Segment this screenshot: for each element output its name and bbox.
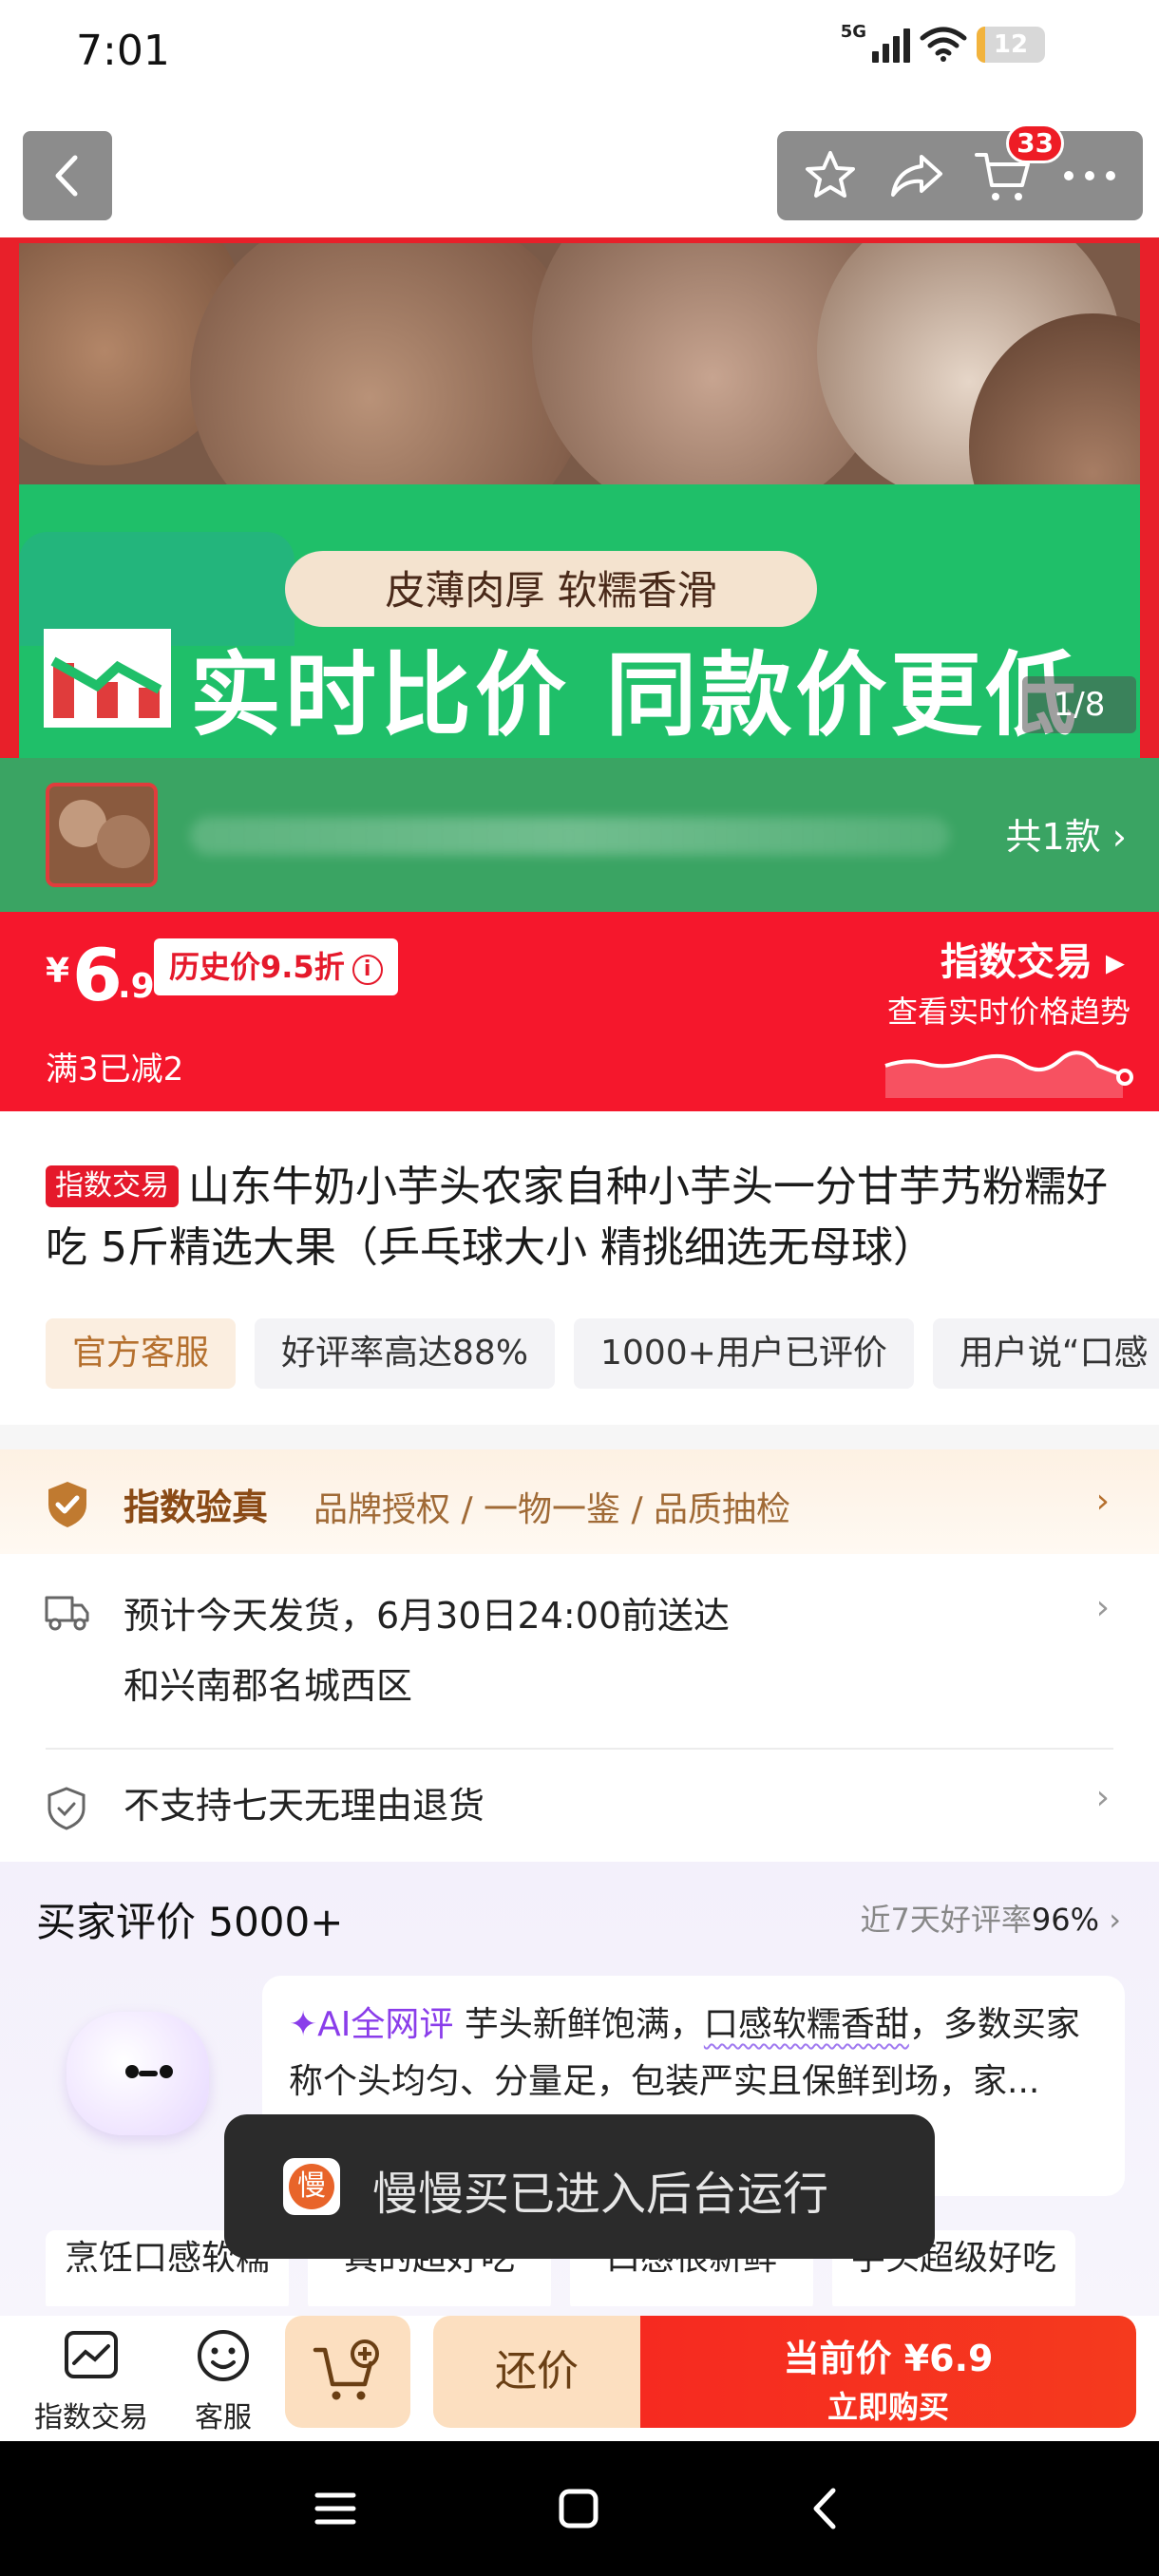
menu-icon (314, 2492, 356, 2525)
product-title-text: 山东牛奶小芋头农家自种小芋头一分甘芋艿粉糯好吃 5斤精选大果（乒乓球大小 精挑细… (46, 1163, 1108, 1272)
chip-official-service[interactable]: 官方客服 (46, 1318, 237, 1389)
variant-selector[interactable]: 共1款 › (0, 758, 1159, 912)
customer-service-tab[interactable]: 客服 (180, 2325, 266, 2435)
authenticity-row[interactable]: 指数验真 品牌授权 / 一物一鉴 / 品质抽检 › (0, 1449, 1159, 1554)
more-dots-icon (1064, 171, 1116, 180)
chip-user-says[interactable]: 用户说“口感 (932, 1318, 1159, 1389)
ai-review-text-3: 场，家... (904, 2062, 1040, 2101)
index-trade-label: 指数交易 (34, 2401, 148, 2434)
more-button[interactable] (1056, 142, 1123, 209)
history-discount-tag[interactable]: 历史价9.5折 i (154, 938, 398, 995)
cellular-signal-icon (872, 25, 910, 63)
shield-outline-icon (48, 1787, 86, 1830)
price-trend-sparkline (884, 1051, 1133, 1098)
toast-message: 慢慢买已进入后台运行 (372, 2168, 829, 2221)
return-policy-row[interactable]: 不支持七天无理由退货 › (0, 1750, 1159, 1862)
price-bar: ¥ 6 .9 历史价9.5折 i 满3已减2 指数交易 ▸ 查看实时价格趋势 (0, 912, 1159, 1111)
authenticity-details: 品牌授权 / 一物一鉴 / 品质抽检 (314, 1490, 791, 1529)
customer-service-label: 客服 (195, 2401, 252, 2434)
shipping-estimate: 预计今天发货，6月30日24:00前送达 (124, 1595, 731, 1637)
wifi-icon (920, 27, 967, 62)
buy-label: 立即购买 (826, 2389, 949, 2425)
app-icon (283, 2158, 340, 2215)
variant-count[interactable]: 共1款 › (1006, 807, 1127, 860)
cart-add-icon (313, 2339, 379, 2400)
truck-icon (45, 1596, 89, 1631)
home-square-icon (559, 2489, 598, 2529)
buy-price: 当前价 ¥6.9 (783, 2338, 994, 2379)
buy-now-button[interactable]: 当前价 ¥6.9 立即购买 (640, 2316, 1136, 2428)
ai-review-highlight: 口感软糯香甜 (703, 2005, 909, 2044)
chevron-left-icon (55, 155, 78, 197)
return-policy-text: 不支持七天无理由退货 (124, 1785, 485, 1827)
cart-count-badge: 33 (1006, 123, 1065, 163)
promo-text: 满3已减2 (46, 1051, 184, 1089)
status-time: 7:01 (76, 27, 170, 75)
store-chart-icon (65, 2331, 118, 2378)
price-trend-link[interactable]: 查看实时价格趋势 (887, 988, 1130, 1032)
image-frame (0, 237, 1159, 758)
price-decimal: .9 (118, 967, 155, 1006)
chevron-right-icon: › (1095, 1588, 1110, 1627)
home-nav-button[interactable] (545, 2475, 612, 2542)
variant-thumbnail[interactable] (46, 783, 158, 887)
bargain-button[interactable]: 还价 (433, 2316, 640, 2428)
info-icon: i (352, 955, 383, 985)
chip-positive-rate[interactable]: 好评率高达88% (255, 1318, 556, 1389)
cart-button[interactable]: 33 (970, 123, 1065, 209)
back-button[interactable] (23, 131, 112, 220)
chip-review-count[interactable]: 1000+用户已评价 (574, 1318, 914, 1389)
network-type: 5G (840, 22, 866, 42)
battery-icon: 12 (977, 27, 1045, 63)
index-trade-link[interactable]: 指数交易 ▸ (940, 931, 1125, 986)
status-bar: 7:01 5G 12 (0, 0, 1159, 104)
chevron-right-icon: › (1095, 1778, 1110, 1817)
section-divider (0, 1425, 1159, 1449)
top-actions: 33 (777, 123, 1143, 220)
authenticity-title: 指数验真 (124, 1487, 269, 1528)
ai-mascot-icon (66, 2012, 209, 2135)
ai-review-text: 芋头新鲜饱满， (453, 2005, 704, 2044)
product-title: 指数交易 山东牛奶小芋头农家自种小芋头一分甘芋艿粉糯好吃 5斤精选大果（乒乓球大小… (46, 1157, 1138, 1279)
smile-icon (198, 2330, 249, 2381)
shield-check-icon (48, 1482, 86, 1527)
shipping-address: 和兴南郡名城西区 (124, 1665, 413, 1707)
bottom-action-bar: 指数交易 客服 还价 当前价 ¥6.9 立即购买 (0, 2316, 1159, 2441)
battery-level: 12 (993, 30, 1029, 59)
add-to-cart-button[interactable] (285, 2316, 410, 2428)
back-arrow-icon (813, 2488, 836, 2529)
favorite-button[interactable] (797, 142, 864, 209)
shipping-row[interactable]: 预计今天发货，6月30日24:00前送达 和兴南郡名城西区 › (0, 1554, 1159, 1744)
price-currency: ¥ (46, 952, 70, 991)
toast-notification: 慢慢买已进入后台运行 (224, 2114, 935, 2259)
tag-chips: 官方客服 好评率高达88% 1000+用户已评价 用户说“口感 (46, 1318, 1159, 1391)
share-button[interactable] (884, 142, 950, 209)
status-icons: 5G 12 (840, 22, 1045, 63)
share-icon (890, 155, 942, 197)
ai-review-label: ✦AI全网评 (289, 2005, 454, 2044)
index-trade-badge: 指数交易 (46, 1165, 179, 1207)
menu-nav-button[interactable] (302, 2475, 369, 2542)
index-trade-tab[interactable]: 指数交易 (34, 2325, 148, 2435)
variant-name-blurred (190, 817, 950, 855)
reviews-rate-link[interactable]: 近7天好评率96% › (861, 1896, 1121, 1940)
product-image-carousel[interactable]: 皮薄肉厚 软糯香滑 实时比价 同款价更低 1/8 (0, 237, 1159, 758)
chevron-right-icon: › (1095, 1482, 1110, 1521)
star-icon (805, 151, 855, 198)
system-nav-bar (0, 2441, 1159, 2576)
price-integer: 6 (72, 933, 123, 1017)
back-nav-button[interactable] (792, 2475, 859, 2542)
reviews-heading: 买家评价 5000+ (36, 1899, 344, 1945)
